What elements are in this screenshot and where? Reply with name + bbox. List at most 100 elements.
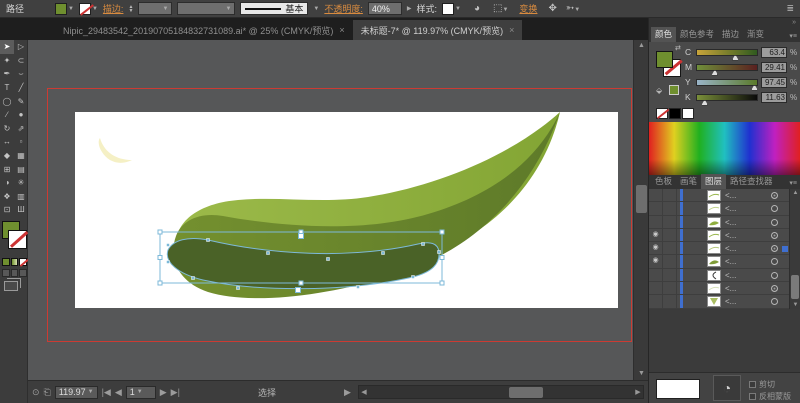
stroke-proxy-swatch[interactable] bbox=[9, 231, 26, 248]
anchor-point[interactable] bbox=[167, 261, 170, 264]
scroll-down-icon[interactable]: ▼ bbox=[790, 301, 800, 309]
lock-toggle-cell[interactable] bbox=[663, 229, 677, 241]
style-swatch-button[interactable]: ▼ bbox=[442, 3, 461, 15]
mask-thumbnail[interactable] bbox=[656, 379, 700, 399]
shape-builder-tool[interactable]: ◆ bbox=[0, 149, 14, 163]
layer-name[interactable]: <... bbox=[725, 271, 736, 280]
anchor-point[interactable] bbox=[412, 276, 415, 279]
lock-toggle-cell[interactable] bbox=[663, 269, 677, 281]
expand-icon[interactable]: ▶ bbox=[344, 387, 351, 398]
close-tab-icon[interactable]: × bbox=[509, 25, 514, 35]
magic-wand-tool[interactable]: ✦ bbox=[0, 54, 14, 68]
visibility-eye-icon[interactable] bbox=[649, 216, 663, 228]
visibility-eye-icon[interactable] bbox=[649, 295, 663, 307]
selected-anchor-point[interactable] bbox=[296, 288, 301, 293]
canvas-area[interactable] bbox=[28, 40, 633, 380]
rotate-tool[interactable]: ↻ bbox=[0, 122, 14, 136]
hand-tool[interactable]: Ш bbox=[14, 203, 28, 217]
layer-row-1[interactable]: <... bbox=[649, 189, 800, 202]
stroke-weight-dropdown[interactable]: ▼ bbox=[138, 2, 172, 15]
clip-checkbox[interactable]: 剪切 bbox=[749, 379, 775, 390]
swap-fill-stroke-icon[interactable]: ⇄ bbox=[675, 44, 681, 52]
direct-selection-tool[interactable]: ▷ bbox=[14, 40, 28, 54]
layer-name[interactable]: <... bbox=[725, 191, 736, 200]
lock-toggle-cell[interactable] bbox=[663, 295, 677, 307]
lock-toggle-cell[interactable] bbox=[663, 255, 677, 267]
scroll-up-icon[interactable]: ▲ bbox=[790, 189, 800, 197]
opacity-field[interactable]: 40% bbox=[368, 2, 402, 15]
artboard-nav-field[interactable]: 1 ▼ bbox=[126, 386, 156, 399]
scroll-down-icon[interactable]: ▼ bbox=[634, 368, 649, 380]
slider-track[interactable] bbox=[696, 79, 758, 86]
target-circle-icon[interactable] bbox=[771, 285, 778, 292]
width-profile-dropdown[interactable]: ▼ bbox=[177, 2, 235, 15]
scroll-right-icon[interactable]: ▶ bbox=[633, 386, 643, 399]
layers-scrollbar[interactable]: ▲ ▼ bbox=[789, 189, 800, 309]
document-tab-2[interactable]: 未标题-7* @ 119.97% (CMYK/预览)× bbox=[353, 20, 523, 40]
selected-anchor-point[interactable] bbox=[299, 234, 304, 239]
target-circle-icon[interactable] bbox=[771, 232, 778, 239]
panel-menu-icon[interactable]: ▾≡ bbox=[789, 32, 797, 40]
target-circle-icon[interactable] bbox=[771, 205, 778, 212]
anchor-point[interactable] bbox=[167, 244, 170, 247]
slider-track[interactable] bbox=[696, 94, 758, 101]
gradient-mode-button[interactable] bbox=[11, 258, 19, 266]
anchor-point[interactable] bbox=[438, 251, 441, 254]
vertical-scroll-thumb[interactable] bbox=[636, 185, 647, 213]
anchor-point[interactable] bbox=[207, 239, 210, 242]
fill-color-button[interactable]: ▼ bbox=[55, 3, 74, 15]
target-circle-icon[interactable] bbox=[771, 192, 778, 199]
slider-thumb[interactable] bbox=[711, 70, 718, 76]
bbox-handle[interactable] bbox=[158, 256, 162, 260]
control-panel-menu-icon[interactable]: ≣ bbox=[786, 3, 794, 14]
stroke-weight-stepper[interactable]: ▲▼ bbox=[128, 5, 133, 13]
color-panel-tab[interactable]: 颜色参考 bbox=[676, 27, 718, 42]
slider-thumb[interactable] bbox=[751, 85, 758, 91]
panel-group2-tab[interactable]: 路径查找器 bbox=[726, 174, 777, 189]
layer-name[interactable]: <... bbox=[725, 244, 736, 253]
last-artboard-icon[interactable]: ▶| bbox=[171, 387, 180, 398]
layer-row-9[interactable]: <... bbox=[649, 295, 800, 308]
change-screen-mode-icon[interactable] bbox=[4, 281, 18, 291]
artboard-tool[interactable]: ⊡ bbox=[0, 203, 14, 217]
layer-row-7[interactable]: <... bbox=[649, 269, 800, 282]
blend-tool[interactable]: ✳ bbox=[14, 176, 28, 190]
cmyk-slider-m[interactable]: M29.41% bbox=[685, 61, 797, 73]
visibility-eye-icon[interactable] bbox=[649, 282, 663, 294]
invert-mask-checkbox[interactable]: 反相蒙版 bbox=[749, 391, 791, 402]
lasso-tool[interactable]: ⊂ bbox=[14, 54, 28, 68]
curvature-tool[interactable]: ⌣ bbox=[14, 67, 28, 81]
cmyk-slider-k[interactable]: K11.63% bbox=[685, 91, 797, 103]
black-swatch[interactable] bbox=[669, 108, 681, 119]
visibility-eye-icon[interactable] bbox=[649, 269, 663, 281]
none-swatch[interactable] bbox=[656, 108, 668, 119]
color-panel-tab[interactable]: 颜色 bbox=[651, 27, 676, 42]
slider-value-field[interactable]: 11.63 bbox=[761, 92, 787, 103]
layer-row-5[interactable]: ◉<... bbox=[649, 242, 800, 255]
layer-thumbnail[interactable] bbox=[707, 256, 721, 267]
mask-link-icon[interactable]: ◔ bbox=[713, 375, 741, 401]
layer-thumbnail[interactable] bbox=[707, 190, 721, 201]
slider-value-field[interactable]: 97.45 bbox=[761, 77, 787, 88]
layers-scroll-thumb[interactable] bbox=[791, 275, 799, 299]
bbox-handle[interactable] bbox=[440, 281, 444, 285]
fill-stroke-proxy[interactable] bbox=[0, 221, 28, 255]
target-circle-icon[interactable] bbox=[771, 219, 778, 226]
document-tab-1[interactable]: Nipic_29483542_20190705184832731089.ai* … bbox=[55, 20, 353, 40]
none-mode-button[interactable] bbox=[19, 258, 27, 266]
slider-thumb[interactable] bbox=[701, 100, 708, 106]
selection-tool[interactable]: ➤ bbox=[0, 40, 14, 54]
paintbrush-tool[interactable]: ✎ bbox=[14, 94, 28, 108]
free-transform-tool[interactable]: ▫ bbox=[14, 135, 28, 149]
layer-thumbnail[interactable] bbox=[707, 230, 721, 241]
layer-thumbnail[interactable] bbox=[707, 283, 721, 294]
layer-name[interactable]: <... bbox=[725, 218, 736, 227]
color-mode-button[interactable] bbox=[2, 258, 10, 266]
lock-toggle-cell[interactable] bbox=[663, 216, 677, 228]
panel-group2-tab[interactable]: 色板 bbox=[651, 174, 676, 189]
bbox-handle[interactable] bbox=[158, 230, 162, 234]
artwork-svg[interactable] bbox=[28, 40, 633, 380]
layer-thumbnail[interactable] bbox=[707, 217, 721, 228]
layer-row-3[interactable]: <... bbox=[649, 216, 800, 229]
anchor-point[interactable] bbox=[237, 287, 240, 290]
